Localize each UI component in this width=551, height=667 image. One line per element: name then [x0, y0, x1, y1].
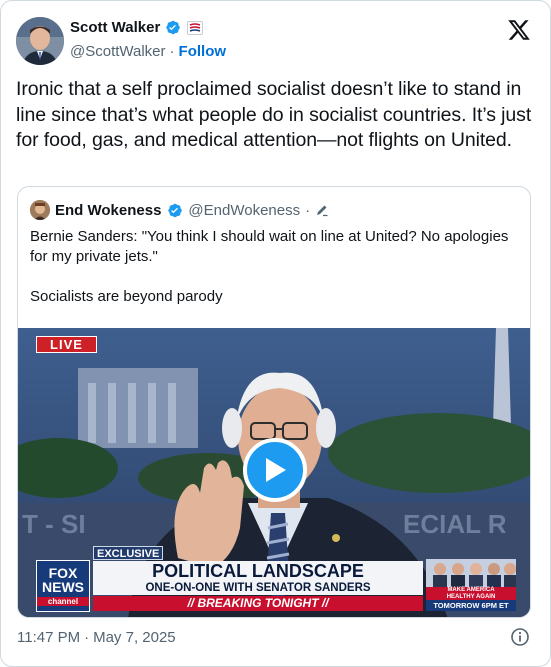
promo-image	[426, 559, 516, 587]
verified-badge-icon	[166, 20, 181, 35]
author-avatar[interactable]	[16, 17, 64, 65]
play-icon	[266, 458, 286, 482]
quoted-text-line: for my private jets."	[30, 248, 158, 265]
promo-box: MAKE AMERICA HEALTHY AGAIN TOMORROW 6PM …	[426, 559, 516, 611]
play-button[interactable]	[243, 438, 307, 502]
edit-pencil-icon	[317, 205, 328, 217]
tweet-time: 11:47 PM	[17, 629, 81, 646]
quoted-text-line: Bernie Sanders: "You think I should wait…	[30, 228, 509, 245]
quoted-text-line: Socialists are beyond parody	[30, 288, 223, 305]
network-logo-line: channel	[37, 597, 89, 606]
author-handle[interactable]: @ScottWalker	[70, 43, 166, 60]
affiliation-flag-icon	[187, 20, 204, 35]
verified-badge-icon	[168, 203, 183, 217]
tweet-timestamp[interactable]: 11:47 PM · May 7, 2025	[17, 629, 176, 646]
follow-button[interactable]: Follow	[179, 43, 227, 60]
svg-text:ECIAL R: ECIAL R	[403, 509, 507, 539]
chyron-headline: POLITICAL LANDSCAPE	[93, 561, 423, 581]
live-badge: LIVE	[36, 336, 97, 353]
separator-dot: ·	[169, 43, 175, 60]
network-logo-line: FOX	[48, 565, 78, 581]
quoted-author-handle[interactable]: @EndWokeness	[188, 202, 300, 219]
separator-dot: ·	[84, 629, 90, 646]
author-handle-row: @ScottWalker · Follow	[70, 43, 226, 60]
author-display-name[interactable]: Scott Walker	[70, 19, 160, 36]
network-logo-line: NEWS	[42, 579, 84, 595]
quoted-tweet-header: End Wokeness @EndWokeness ·	[30, 200, 329, 220]
chyron-breaking: // BREAKING TONIGHT //	[93, 596, 423, 611]
promo-title: MAKE AMERICA HEALTHY AGAIN	[426, 587, 516, 600]
exclusive-tag: EXCLUSIVE	[93, 546, 164, 560]
video-player[interactable]: T - SI ECIAL R LIVE FOX NEWS channel EXC…	[18, 328, 530, 617]
tweet-text: Ironic that a self proclaimed socialist …	[16, 78, 532, 151]
quoted-author-name[interactable]: End Wokeness	[55, 202, 161, 219]
chyron-subheadline: ONE-ON-ONE WITH SENATOR SANDERS	[93, 581, 423, 595]
quoted-author-avatar[interactable]	[30, 200, 50, 220]
quoted-tweet[interactable]: End Wokeness @EndWokeness · Bernie Sande…	[17, 186, 531, 618]
quoted-tweet-text: Bernie Sanders: "You think I should wait…	[30, 227, 520, 307]
separator-dot: ·	[305, 201, 311, 219]
author-name-row: Scott Walker	[70, 19, 204, 36]
svg-text:T - SI: T - SI	[22, 509, 86, 539]
info-icon[interactable]	[510, 627, 530, 647]
tweet-card: Scott Walker @ScottWalker · Follow Ironi…	[0, 0, 551, 667]
x-logo-icon[interactable]	[507, 18, 531, 42]
network-logo: FOX NEWS channel	[36, 560, 90, 612]
promo-time: TOMORROW 6PM ET	[426, 600, 516, 611]
tweet-date: May 7, 2025	[93, 629, 176, 646]
